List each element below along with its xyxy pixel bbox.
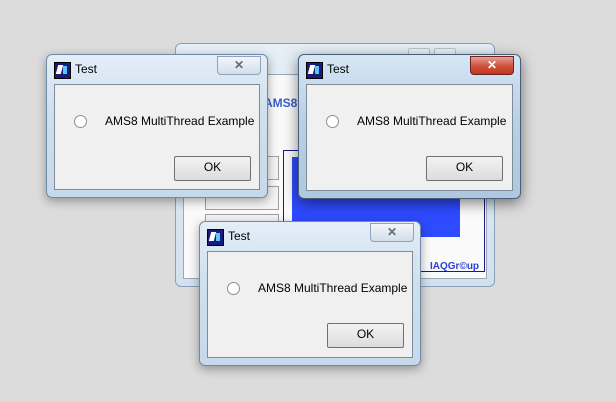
radio-label: AMS8 MultiThread Example	[105, 114, 255, 128]
app-icon	[54, 62, 71, 79]
dialog-window-3: Test ✕ AMS8 MultiThread Example OK	[199, 221, 421, 366]
radio-button[interactable]	[227, 282, 240, 295]
app-icon	[207, 229, 224, 246]
dialog-window-2: Test ✕ AMS8 MultiThread Example OK	[298, 54, 521, 199]
dialog-title: Test	[327, 62, 350, 76]
dialog-title: Test	[228, 229, 251, 243]
brand-label: IAQGr©up	[430, 261, 480, 272]
radio-label: AMS8 MultiThread Example	[258, 281, 408, 295]
ok-button[interactable]: OK	[174, 156, 251, 181]
dialog-titlebar[interactable]: Test ✕	[299, 55, 520, 83]
dialog-titlebar[interactable]: Test ✕	[200, 222, 420, 250]
radio-button[interactable]	[326, 115, 339, 128]
app-icon	[306, 62, 323, 79]
ok-button[interactable]: OK	[426, 156, 503, 181]
dialog-window-1: Test ✕ AMS8 MultiThread Example OK	[46, 54, 268, 198]
close-button[interactable]: ✕	[370, 223, 414, 242]
dialog-client-area: AMS8 MultiThread Example OK	[207, 251, 413, 358]
dialog-client-area: AMS8 MultiThread Example OK	[54, 84, 260, 190]
dialog-titlebar[interactable]: Test ✕	[47, 55, 267, 83]
dialog-client-area: AMS8 MultiThread Example OK	[306, 84, 513, 191]
close-button[interactable]: ✕	[217, 56, 261, 75]
dialog-title: Test	[75, 62, 98, 76]
radio-button[interactable]	[74, 115, 87, 128]
ok-button[interactable]: OK	[327, 323, 404, 348]
close-button[interactable]: ✕	[470, 56, 514, 75]
radio-label: AMS8 MultiThread Example	[357, 114, 507, 128]
